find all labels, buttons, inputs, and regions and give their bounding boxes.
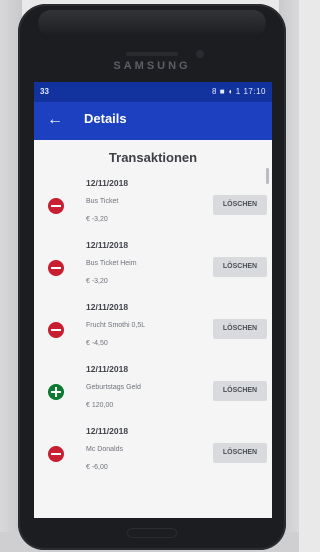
front-camera <box>196 50 204 58</box>
minus-circle-icon <box>48 260 64 276</box>
phone-brand: SAMSUNG <box>113 60 191 72</box>
earpiece <box>126 52 178 56</box>
app-bar: ← Details <box>34 102 272 140</box>
transaction-name: Frucht Smothi 0,5L <box>86 322 146 329</box>
status-right: 8 ■ ◖ 1 17:10 <box>212 87 266 96</box>
phone-glare <box>38 10 266 36</box>
transaction-amount: € -3,20 <box>86 216 108 223</box>
status-bar: 33 8 ■ ◖ 1 17:10 <box>34 82 272 102</box>
transaction-date: 12/11/2018 <box>86 178 129 188</box>
transaction-item: 12/11/2018 Bus Ticket Heim € -3,20 LÖSCH… <box>34 236 272 298</box>
transaction-item: 12/11/2018 Frucht Smothi 0,5L € -4,50 LÖ… <box>34 298 272 360</box>
delete-button[interactable]: LÖSCHEN <box>213 319 267 339</box>
delete-button[interactable]: LÖSCHEN <box>213 381 267 401</box>
transaction-item: 12/11/2018 Mc Donalds € -6,00 LÖSCHEN <box>34 422 272 484</box>
delete-button[interactable]: LÖSCHEN <box>213 257 267 277</box>
plus-circle-icon <box>48 384 64 400</box>
transaction-name: Geburtstags Geld <box>86 384 141 391</box>
phone-screen: 33 8 ■ ◖ 1 17:10 ← Details Transaktionen… <box>34 82 272 518</box>
transaction-date: 12/11/2018 <box>86 240 129 250</box>
transaction-amount: € 120,00 <box>86 402 114 409</box>
phone-frame: SAMSUNG 33 8 ■ ◖ 1 17:10 ← Details Trans… <box>18 4 286 550</box>
transaction-date: 12/11/2018 <box>86 426 129 436</box>
transactions-content: Transaktionen 12/11/2018 Bus Ticket € -3… <box>34 140 272 518</box>
minus-circle-icon <box>48 198 64 214</box>
delete-button[interactable]: LÖSCHEN <box>213 195 267 215</box>
transaction-name: Mc Donalds <box>86 446 123 453</box>
page-title: Transaktionen <box>108 150 198 165</box>
transaction-item: 12/11/2018 Bus Ticket € -3,20 LÖSCHEN <box>34 174 272 236</box>
transaction-amount: € -6,00 <box>86 464 108 471</box>
transaction-date: 12/11/2018 <box>86 364 129 374</box>
arrow-left-icon[interactable]: ← <box>44 109 66 131</box>
minus-circle-icon <box>48 446 64 462</box>
delete-button[interactable]: LÖSCHEN <box>213 443 267 463</box>
home-button[interactable] <box>127 528 177 538</box>
minus-circle-icon <box>48 322 64 338</box>
transaction-amount: € -4,50 <box>86 340 108 347</box>
transaction-date: 12/11/2018 <box>86 302 129 312</box>
app-bar-title: Details <box>84 111 127 126</box>
transaction-name: Bus Ticket <box>86 198 119 205</box>
transaction-item: 12/11/2018 Geburtstags Geld € 120,00 LÖS… <box>34 360 272 422</box>
status-left: 33 <box>40 87 49 96</box>
transaction-name: Bus Ticket Heim <box>86 260 137 267</box>
transaction-amount: € -3,20 <box>86 278 108 285</box>
